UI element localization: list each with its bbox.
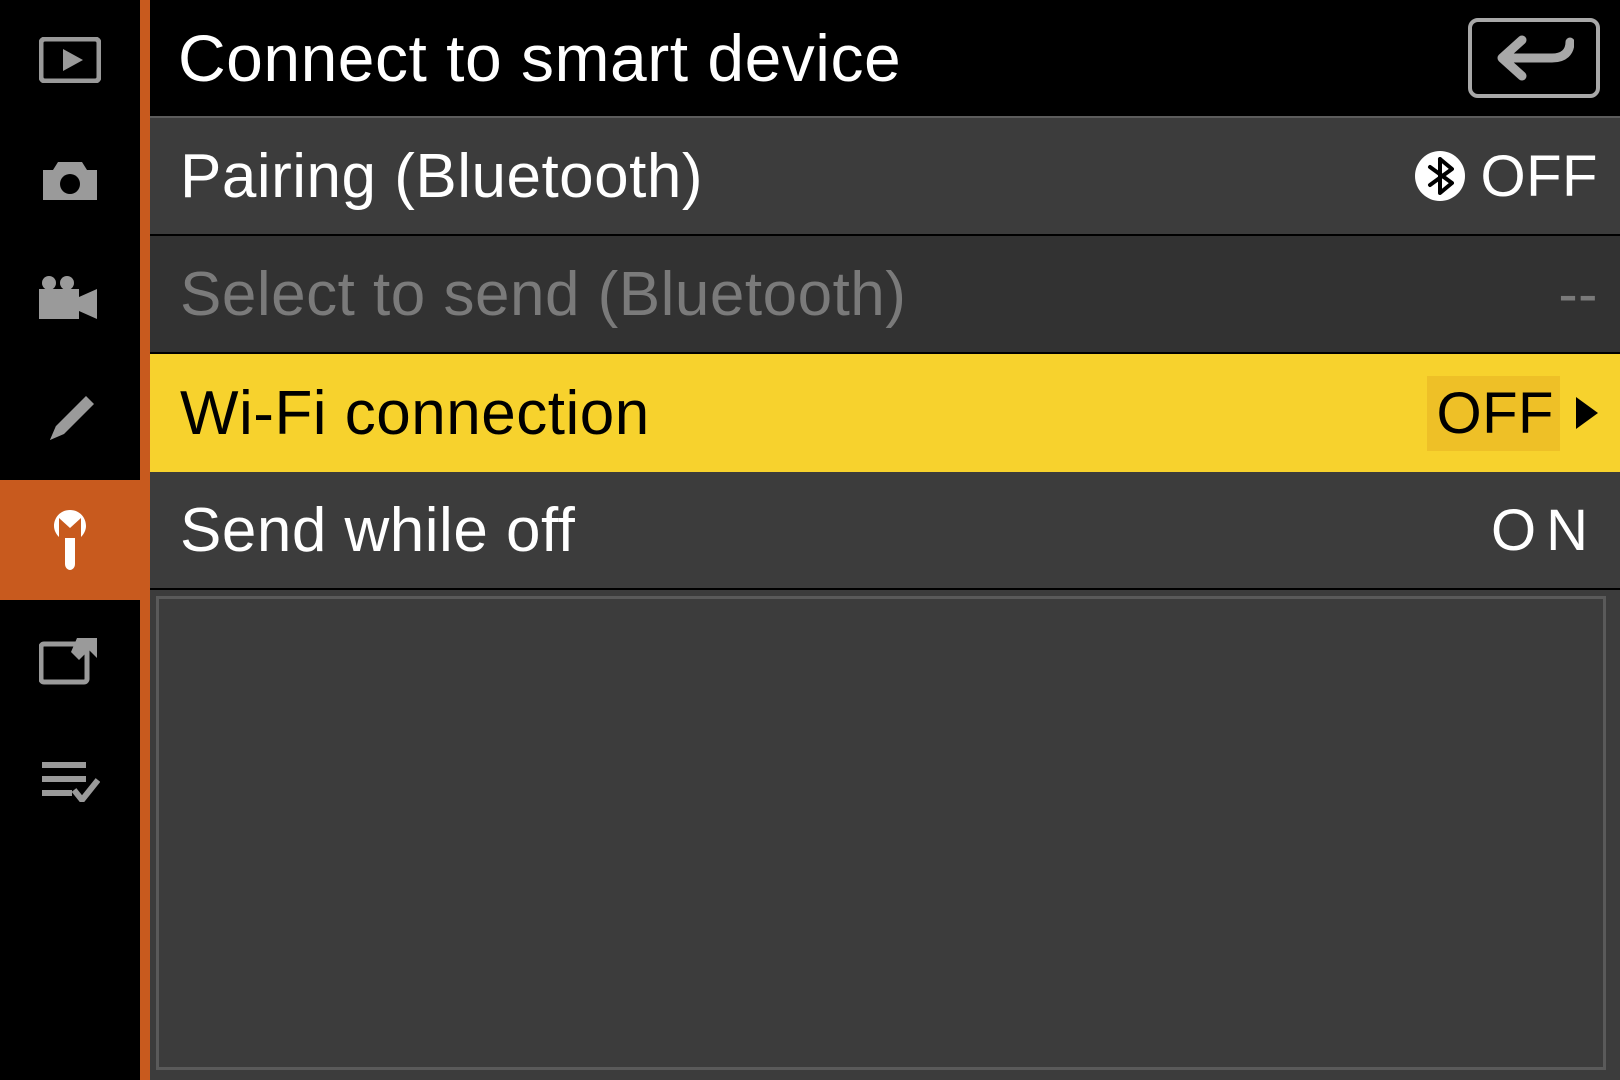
menu-item-value-text: OFF — [1481, 143, 1598, 210]
my-menu-tab[interactable] — [0, 720, 140, 840]
main-panel: Connect to smart device Pairing (Bluetoo… — [150, 0, 1620, 1080]
menu-item-value-text: -- — [1558, 261, 1598, 328]
back-button[interactable] — [1468, 18, 1600, 98]
menu-item-value: OFF — [1415, 143, 1598, 210]
sidebar — [0, 0, 140, 1080]
pencil-icon — [42, 392, 98, 448]
menu-item-select-to-send: Select to send (Bluetooth) -- — [150, 236, 1620, 354]
menu-item-value: OFF — [1427, 376, 1598, 451]
movie-shooting-tab[interactable] — [0, 240, 140, 360]
menu-item-wifi-connection[interactable]: Wi-Fi connection OFF — [150, 354, 1620, 472]
menu-item-value: ON — [1491, 497, 1598, 564]
menu-item-value: -- — [1558, 261, 1598, 328]
play-icon — [39, 37, 101, 83]
menu-list: Pairing (Bluetooth) OFF Select to send (… — [150, 118, 1620, 1080]
menu-empty-area — [156, 596, 1606, 1070]
retouch-icon — [39, 634, 101, 686]
camera-icon — [39, 156, 101, 204]
back-arrow-icon — [1494, 32, 1574, 84]
menu-item-value-text: OFF — [1437, 380, 1554, 447]
sidebar-accent-strip — [140, 0, 150, 1080]
playback-tab[interactable] — [0, 0, 140, 120]
menu-item-value-chip: OFF — [1427, 376, 1560, 451]
wrench-icon — [46, 510, 94, 570]
retouch-tab[interactable] — [0, 600, 140, 720]
setup-tab[interactable] — [0, 480, 140, 600]
menu-item-send-while-off[interactable]: Send while off ON — [150, 472, 1620, 590]
menu-item-pairing-bluetooth[interactable]: Pairing (Bluetooth) OFF — [150, 118, 1620, 236]
bluetooth-icon — [1415, 151, 1465, 201]
menu-item-label: Send while off — [180, 495, 1491, 566]
menu-item-label: Wi-Fi connection — [180, 378, 1427, 449]
movie-camera-icon — [37, 275, 103, 325]
my-menu-icon — [40, 758, 100, 802]
menu-item-label: Pairing (Bluetooth) — [180, 141, 1415, 212]
menu-item-label: Select to send (Bluetooth) — [180, 259, 1558, 330]
custom-settings-tab[interactable] — [0, 360, 140, 480]
page-title: Connect to smart device — [178, 20, 901, 96]
menu-item-value-text: ON — [1491, 497, 1598, 564]
chevron-right-icon — [1576, 397, 1598, 429]
header: Connect to smart device — [150, 0, 1620, 118]
photo-shooting-tab[interactable] — [0, 120, 140, 240]
